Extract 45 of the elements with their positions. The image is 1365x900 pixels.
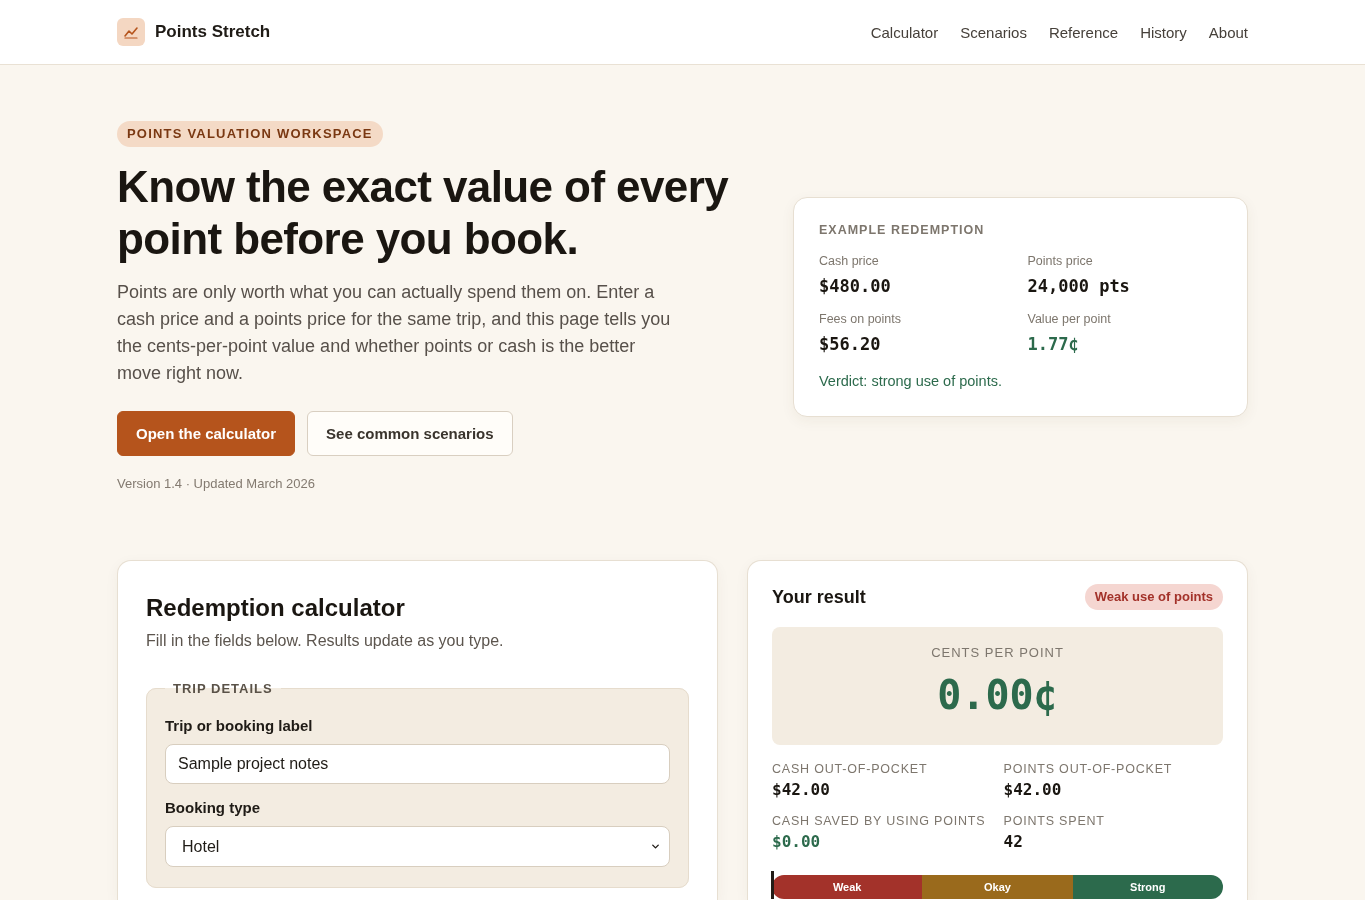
card-title: Redemption calculator <box>146 593 406 623</box>
cents-per-point-value: 0.00¢ <box>937 671 1058 719</box>
secondary-button[interactable]: See common scenarios <box>307 411 513 456</box>
stat-label: POINTS SPENT <box>1003 813 1106 829</box>
field-label: Trip or booking label <box>165 716 314 736</box>
primary-button[interactable]: Open the calculator <box>117 411 296 456</box>
hero-intro: Points are only worth what you can actually spend them on. Enter a cash price and a points price for the same trip, and this page tells you the cents-per-point value and whether points or cash is the better move right now. <box>117 281 672 385</box>
stat-value: 1.77¢ <box>1027 333 1080 355</box>
eyebrow-pill: POINTS VALUATION WORKSPACE <box>117 121 383 147</box>
hero-heading: Know the exact value of every point before you book. <box>117 161 730 265</box>
stat-label: Value per point <box>1027 311 1112 327</box>
select-field[interactable]: Hotel <box>165 826 670 867</box>
card-title: Your result <box>772 586 866 608</box>
stat-value: $42.00 <box>1003 780 1063 800</box>
stat-label: Fees on points <box>819 311 902 327</box>
nav-link[interactable]: Calculator <box>870 23 939 41</box>
stat-value: 24,000 pts <box>1027 275 1131 297</box>
stat-value: $56.20 <box>819 333 882 355</box>
meter-segment: Okay <box>922 875 1073 899</box>
stat-value: $42.00 <box>772 780 831 800</box>
field-label: Booking type <box>165 798 261 818</box>
stat-value: 42 <box>1003 832 1024 852</box>
nav-link[interactable]: Scenarios <box>960 23 1027 41</box>
brand-name: Points Stretch <box>155 22 271 42</box>
stat-label: Cash price <box>819 253 880 269</box>
group-legend: TRIP DETAILS <box>165 681 281 696</box>
nav-link[interactable]: History <box>1140 23 1187 41</box>
text-input[interactable]: Sample project notes <box>165 744 670 784</box>
card-heading: EXAMPLE REDEMPTION <box>819 223 986 237</box>
version-note: Version 1.4 · Updated March 2026 <box>117 475 315 493</box>
stat-value: $480.00 <box>819 275 892 297</box>
stat-label: POINTS OUT-OF-POCKET <box>1003 761 1174 777</box>
card-subtitle: Fill in the fields below. Results update as you type. <box>146 631 505 651</box>
chevron-down-icon <box>650 841 661 852</box>
meter-segment: Weak <box>772 875 923 899</box>
stat-label: Points price <box>1027 253 1094 269</box>
nav-link[interactable]: Reference <box>1048 23 1119 41</box>
stat-label: CASH SAVED BY USING POINTS <box>772 813 987 829</box>
meter-segment: Strong <box>1072 875 1223 899</box>
nav-link[interactable]: About <box>1208 23 1248 41</box>
verdict-text: Verdict: strong use of points. <box>819 373 1003 389</box>
panel-label: CENTS PER POINT <box>931 645 1064 661</box>
stat-label: CASH OUT-OF-POCKET <box>772 761 929 777</box>
stat-value: $0.00 <box>772 832 822 852</box>
rating-badge: Weak use of points <box>1084 584 1223 610</box>
